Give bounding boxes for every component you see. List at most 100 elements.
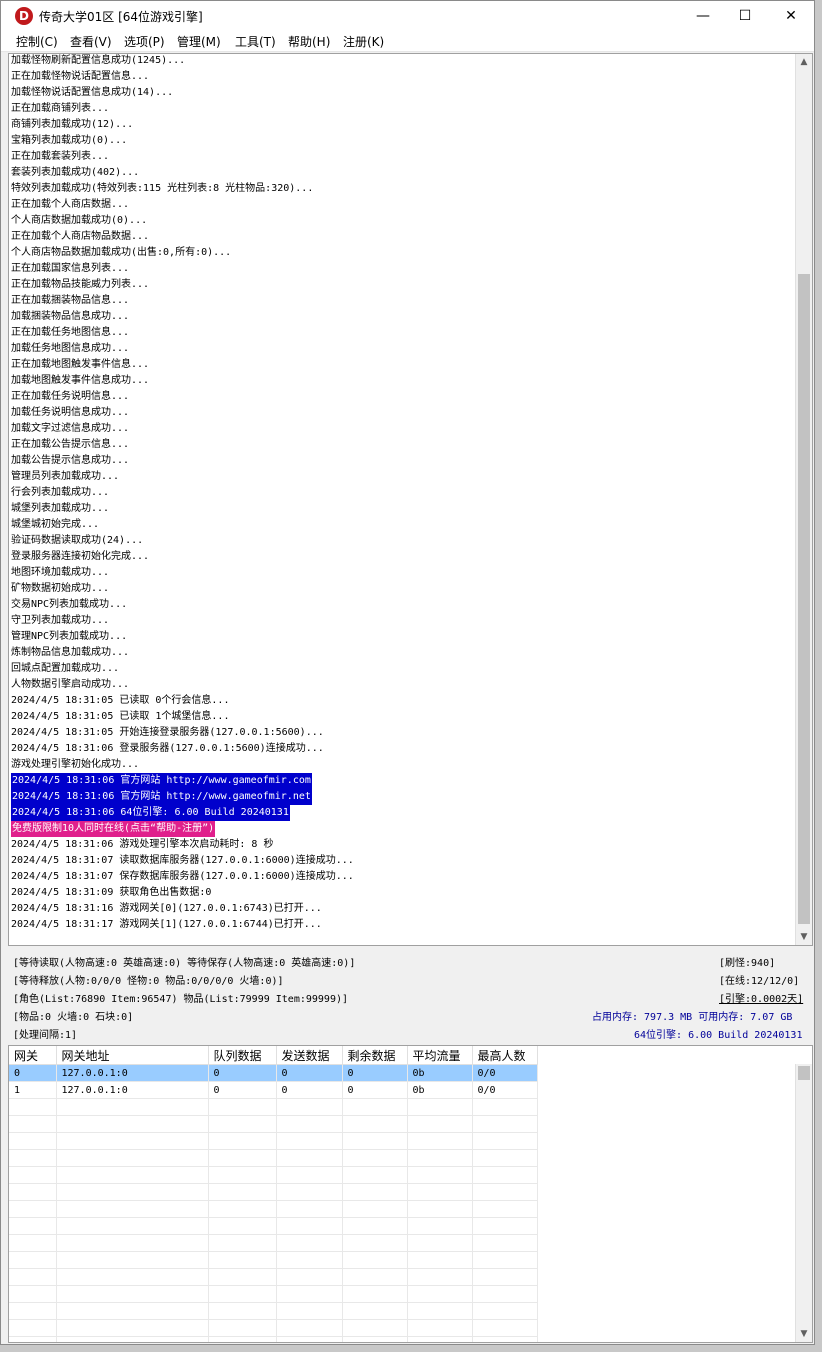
table-cell <box>342 1251 408 1269</box>
table-cell <box>472 1285 538 1303</box>
table-scroll-thumb[interactable] <box>798 1066 810 1080</box>
table-cell <box>407 1183 473 1201</box>
scroll-down-icon[interactable]: ▼ <box>796 929 812 945</box>
col-address[interactable]: 网关地址 <box>56 1046 209 1065</box>
log-text: 加载任务地图信息成功... <box>11 343 130 354</box>
log-text: 城堡列表加载成功... <box>11 503 110 514</box>
table-cell <box>407 1166 473 1184</box>
table-row[interactable] <box>9 1336 538 1342</box>
table-scroll-down-icon[interactable]: ▼ <box>796 1326 812 1342</box>
table-cell <box>407 1251 473 1269</box>
table-row[interactable] <box>9 1251 538 1269</box>
log-line: 验证码数据读取成功(24)... <box>11 533 797 549</box>
log-panel[interactable]: 加载怪物刷新配置信息成功(1245)... 正在加载怪物说话配置信息... 加载怪物… <box>8 53 813 946</box>
table-row[interactable] <box>9 1268 538 1286</box>
log-line: 正在加载物品技能威力列表... <box>11 277 797 293</box>
log-text: 正在加载任务说明信息... <box>11 391 130 402</box>
menu-control[interactable]: 控制(C) <box>16 33 58 50</box>
table-cell <box>472 1319 538 1337</box>
table-cell <box>276 1132 343 1150</box>
log-line: 炼制物品信息加载成功... <box>11 645 797 661</box>
log-text: 2024/4/5 18:31:06 登录服务器(127.0.0.1:5600)连… <box>11 743 324 754</box>
log-text: 加载怪物刷新配置信息成功(1245)... <box>11 55 186 66</box>
table-cell <box>342 1234 408 1252</box>
table-row[interactable] <box>9 1098 538 1116</box>
col-gateway[interactable]: 网关 <box>9 1046 57 1065</box>
table-row[interactable] <box>9 1319 538 1337</box>
col-avg-traffic[interactable]: 平均流量 <box>407 1046 473 1065</box>
table-row[interactable] <box>9 1183 538 1201</box>
log-text: 矿物数据初始成功... <box>11 583 110 594</box>
log-line: 2024/4/5 18:31:06 官方网站 http://www.gameof… <box>11 789 797 805</box>
table-scrollbar[interactable]: ▼ <box>795 1064 812 1342</box>
log-text: 验证码数据读取成功(24)... <box>11 535 144 546</box>
menu-options[interactable]: 选项(P) <box>124 33 165 50</box>
log-text: 2024/4/5 18:31:06 游戏处理引擎本次启动耗时: 8 秒 <box>11 839 274 850</box>
scroll-thumb[interactable] <box>798 274 810 924</box>
table-row[interactable] <box>9 1302 538 1320</box>
menu-tools[interactable]: 工具(T) <box>235 33 276 50</box>
col-queue[interactable]: 队列数据 <box>208 1046 277 1065</box>
table-cell <box>407 1234 473 1252</box>
gateway-table-panel[interactable]: 网关 网关地址 队列数据 发送数据 剩余数据 平均流量 最高人数 0 127.0.… <box>8 1045 813 1343</box>
log-line: 个人商店物品数据加载成功(出售:0,所有:0)... <box>11 245 797 261</box>
log-line: 地图环境加载成功... <box>11 565 797 581</box>
log-text: 加载任务说明信息成功... <box>11 407 130 418</box>
table-cell <box>407 1217 473 1235</box>
log-line: 加载捆装物品信息成功... <box>11 309 797 325</box>
log-text: 加载地图触发事件信息成功... <box>11 375 150 386</box>
log-text: 加载文字过滤信息成功... <box>11 423 130 434</box>
table-cell <box>9 1302 57 1320</box>
log-text: 游戏处理引擎初始化成功... <box>11 759 140 770</box>
table-cell <box>208 1234 277 1252</box>
table-cell: 1 <box>9 1081 57 1099</box>
table-row[interactable] <box>9 1166 538 1184</box>
table-cell <box>9 1268 57 1286</box>
menu-manage[interactable]: 管理(M) <box>177 33 221 50</box>
log-line: 游戏处理引擎初始化成功... <box>11 757 797 773</box>
menu-help[interactable]: 帮助(H) <box>288 33 330 50</box>
table-row[interactable] <box>9 1200 538 1218</box>
menu-register[interactable]: 注册(K) <box>343 33 384 50</box>
maximize-button[interactable]: ☐ <box>722 1 768 31</box>
table-row[interactable] <box>9 1132 538 1150</box>
log-line: 正在加载个人商店物品数据... <box>11 229 797 245</box>
table-cell <box>9 1115 57 1133</box>
log-scrollbar[interactable]: ▲ ▼ <box>795 54 812 945</box>
table-row[interactable] <box>9 1234 538 1252</box>
minimize-button[interactable]: — <box>680 1 726 31</box>
menu-view[interactable]: 查看(V) <box>70 33 112 50</box>
table-cell <box>208 1302 277 1320</box>
log-text: 个人商店物品数据加载成功(出售:0,所有:0)... <box>11 247 232 258</box>
table-cell <box>342 1183 408 1201</box>
scroll-up-icon[interactable]: ▲ <box>796 54 812 70</box>
log-line: 正在加载捆装物品信息... <box>11 293 797 309</box>
log-text: 免费版限制10人同时在线(点击“帮助-注册”) <box>11 821 216 837</box>
table-cell <box>56 1200 209 1218</box>
col-sent[interactable]: 发送数据 <box>276 1046 343 1065</box>
table-row[interactable]: 0 127.0.0.1:0 0 0 0 0b 0/0 <box>9 1064 538 1082</box>
table-row[interactable] <box>9 1285 538 1303</box>
title-bar[interactable]: D 传奇大学01区 [64位游戏引擎] — ☐ ✕ <box>1 1 814 31</box>
col-max-users[interactable]: 最高人数 <box>472 1046 538 1065</box>
log-line: 加载地图触发事件信息成功... <box>11 373 797 389</box>
table-cell <box>276 1149 343 1167</box>
table-cell <box>9 1166 57 1184</box>
table-cell <box>472 1183 538 1201</box>
status-interval: [处理间隔:1] <box>13 1030 78 1041</box>
close-button[interactable]: ✕ <box>768 1 814 31</box>
log-text: 2024/4/5 18:31:16 游戏网关[0](127.0.0.1:6743… <box>11 903 322 914</box>
table-row[interactable] <box>9 1149 538 1167</box>
log-line: 个人商店数据加载成功(0)... <box>11 213 797 229</box>
table-cell <box>56 1132 209 1150</box>
status-engine-days[interactable]: [引擎:0.0002天] <box>719 990 803 1005</box>
table-cell <box>472 1098 538 1116</box>
col-remaining[interactable]: 剩余数据 <box>342 1046 408 1065</box>
table-row[interactable] <box>9 1115 538 1133</box>
table-row[interactable]: 1 127.0.0.1:0 0 0 0 0b 0/0 <box>9 1081 538 1099</box>
log-line: 守卫列表加载成功... <box>11 613 797 629</box>
table-row[interactable] <box>9 1217 538 1235</box>
log-line: 免费版限制10人同时在线(点击“帮助-注册”) <box>11 821 797 837</box>
log-line: 管理员列表加载成功... <box>11 469 797 485</box>
table-cell: 0 <box>208 1064 277 1082</box>
